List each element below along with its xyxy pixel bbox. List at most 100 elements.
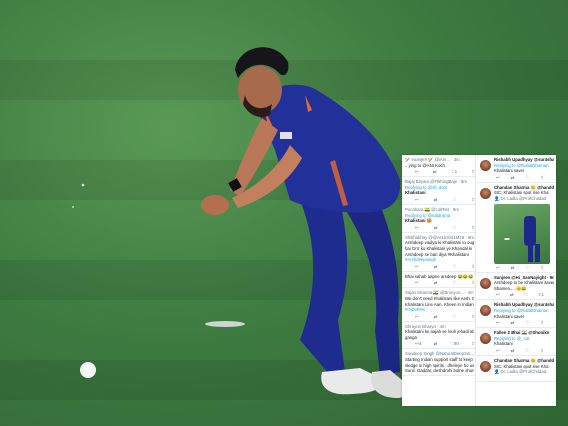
retweet-icon[interactable]: ⇄ — [434, 341, 438, 347]
reply-icon[interactable]: ↩ — [496, 292, 500, 298]
tweet[interactable]: Sajan Sharma 🇮🇳 @Bronyon... · 4m We don'… — [402, 288, 476, 322]
share-icon[interactable]: ⇪ — [471, 314, 475, 320]
tweet-text: Khalistani 😡 — [405, 218, 433, 224]
retweet-icon[interactable]: ⇄ — [510, 292, 514, 298]
tweet[interactable]: Fallen 2 Bhai 🇮🇳 @Shonikn Replying to @_… — [476, 328, 556, 356]
like-icon[interactable]: ♡ — [525, 348, 529, 354]
retweet-icon[interactable]: ⇄ — [434, 225, 438, 231]
tweet-text: Bhai sahab aapne arsdeep 😂😂😂 — [405, 273, 474, 279]
reply-icon[interactable]: ↩ — [496, 348, 500, 354]
tweet-actions: ↩ ⇄ ♡1 ⇪ — [415, 169, 475, 175]
share-icon[interactable]: ⇪ — [540, 265, 544, 271]
reply-icon[interactable]: ↩ — [415, 314, 419, 320]
like-icon[interactable]: ♡ — [452, 314, 456, 320]
like-count: 80 — [453, 341, 459, 347]
tweet-header: Rishabh Upadhyay @sur4sha — [494, 157, 554, 162]
like-icon[interactable]: ♡ — [452, 280, 456, 286]
reply-icon[interactable]: ↩4 — [415, 341, 421, 347]
tweet[interactable]: 🏏 ɐɯɐʞɐɐ 🏏 @iAm... · 3m ...ying to @ANI … — [402, 155, 476, 178]
share-icon[interactable]: ⇪ — [471, 280, 475, 286]
tweet[interactable]: Rishabh Upadhyay @sur4shal Replying to @… — [476, 300, 556, 329]
field-marker — [205, 321, 245, 327]
tweet[interactable]: Bajaj Biryani @FtkhingBaje · 8m Replying… — [402, 177, 476, 205]
tweet-hashtag[interactable]: #Arshdeepsingh — [405, 257, 474, 263]
tweet-text: We don't need Khalistani like Arsh. Deep — [405, 295, 474, 301]
tweet-hashtag[interactable]: #INDvPAK — [405, 307, 474, 313]
reply-icon[interactable]: ↩ — [415, 197, 419, 203]
retweet-icon[interactable]: ⇄ — [511, 348, 515, 354]
tweet[interactable]: Pocahara 🇮🇳 @LolR84 · 9m Replying to @na… — [402, 205, 476, 233]
tweet[interactable]: Chandan Sharma 😊 @handd SIC: Khalistani … — [476, 356, 556, 382]
tweet-text: Khalistani — [405, 190, 426, 196]
share-icon[interactable]: ⇪ — [471, 341, 475, 347]
reply-icon[interactable]: ↩ — [415, 280, 419, 286]
retweet-icon[interactable]: ⇄ — [511, 175, 515, 181]
tweet[interactable]: Sanjeev @Hi_SanNayight · 9m Arshdeep to … — [476, 273, 556, 301]
share-icon[interactable]: ⇪ — [540, 175, 544, 181]
tweet-text: ganga — [405, 334, 417, 340]
retweet-icon[interactable]: ⇄ — [433, 169, 437, 175]
share-icon[interactable]: ⇪ — [471, 225, 475, 231]
twitter-feed-right[interactable]: Rishabh Upadhyay @sur4sha Replying to @R… — [476, 155, 556, 406]
share-icon[interactable]: ⇪ — [471, 264, 475, 270]
tweet-actions: ↩4 ⇄ ♡80 ⇪ — [415, 341, 475, 347]
share-icon[interactable]: ⇪ — [540, 320, 544, 326]
retweet-icon[interactable]: ⇄ — [511, 320, 515, 326]
like-icon[interactable]: ♡ — [525, 175, 529, 181]
quoted-tweet-header: 👤 Dr. Ladla @ProfChitdad — [494, 369, 546, 375]
share-icon[interactable]: ⇪ — [471, 169, 475, 175]
tweet-actions: ↩ ⇄ ♡ ⇪1 — [496, 292, 544, 298]
tweet-actions: ↩ ⇄ ♡ ⇪ — [415, 280, 475, 286]
tweet[interactable]: Sundeep Singh @NaturalDeepSin... · 4m St… — [402, 349, 476, 376]
avatar[interactable] — [480, 360, 491, 372]
tweet-reply-to: Replying to @RubalDhaman — [494, 307, 549, 313]
like-icon[interactable]: ♡80 — [450, 341, 459, 347]
tweet-text: Arshdeep to be Khalistani saver — [494, 280, 554, 286]
like-icon[interactable]: ♡ — [525, 320, 529, 326]
like-icon[interactable]: ♡ — [524, 292, 528, 298]
tweet-actions: ↩ ⇄ ♡ ⇪ — [496, 175, 544, 181]
like-icon[interactable]: ♡ — [525, 265, 529, 271]
like-icon[interactable]: ♡ — [452, 264, 456, 270]
avatar[interactable] — [480, 333, 491, 345]
share-icon[interactable]: ⇪ — [471, 197, 475, 203]
reply-icon[interactable]: ↩ — [496, 265, 500, 271]
tweet-text: Khalistani saver — [494, 168, 525, 174]
embedded-photo[interactable] — [494, 203, 550, 264]
twitter-feed-left[interactable]: 🏏 ɐɯɐʞɐɐ 🏏 @iAm... · 3m ...ying to @ANI … — [402, 155, 476, 406]
tweet[interactable]: Rishabh Upadhyay @sur4sha Replying to @R… — [476, 155, 556, 183]
like-icon[interactable]: ♡ — [452, 197, 456, 203]
like-icon[interactable]: ♡ — [452, 225, 456, 231]
tweet[interactable]: Chandan Sharma 😊 @handd SIC: Khalistani … — [476, 183, 556, 273]
reply-icon[interactable]: ↩ — [496, 175, 500, 181]
reply-icon[interactable]: ↩ — [496, 320, 500, 326]
reply-icon[interactable]: ↩ — [415, 169, 419, 175]
reply-icon[interactable]: ↩ — [415, 225, 419, 231]
tweet-actions: ↩ ⇄ ♡ ⇪ — [415, 264, 475, 270]
avatar[interactable] — [480, 187, 491, 199]
tweet[interactable]: Bhai sahab aapne arsdeep 😂😂😂 ↩ ⇄ ♡ ⇪ — [402, 272, 476, 289]
share-icon[interactable]: ⇪1 — [538, 292, 544, 298]
avatar[interactable] — [480, 305, 491, 317]
retweet-icon[interactable]: ⇄ — [434, 264, 438, 270]
quoted-tweet-header: 👤 Dr. Ladla @ProfChitdad — [494, 195, 546, 201]
tweet-actions: ↩ ⇄ ♡ ⇪ — [496, 320, 544, 326]
tweet-text: hai Grrr ko Khalistani ye Khandal ki — [405, 245, 473, 251]
reply-count: 4 — [418, 341, 422, 347]
tweet[interactable]: Shrayon Bharya · 4m Khalistani ke aajah … — [402, 322, 476, 350]
tweet[interactable]: Shikhakhay @@Ar1b3rid1M18 · 9m Arshdeep … — [402, 233, 476, 272]
retweet-icon[interactable]: ⇄ — [434, 197, 438, 203]
tweet-text: Sunil. Gaddar, deshdrohi bolne shuru. — [405, 368, 474, 374]
reply-icon[interactable]: ↩ — [415, 264, 419, 270]
tweet-header: Fallen 2 Bhai 🇮🇳 @Shonikn — [494, 330, 550, 336]
retweet-icon[interactable]: ⇄ — [511, 265, 515, 271]
like-icon[interactable]: ♡1 — [451, 169, 458, 175]
tweet-text: Starting Indian support staff to keep — [405, 357, 473, 363]
retweet-icon[interactable]: ⇄ — [434, 280, 438, 286]
share-icon[interactable]: ⇪ — [540, 348, 544, 354]
like-count: 1 — [454, 169, 458, 175]
avatar[interactable] — [480, 277, 491, 289]
retweet-icon[interactable]: ⇄ — [434, 314, 438, 320]
tweet-actions: ↩ ⇄ ♡ ⇪ — [415, 197, 475, 203]
avatar[interactable] — [480, 160, 491, 171]
